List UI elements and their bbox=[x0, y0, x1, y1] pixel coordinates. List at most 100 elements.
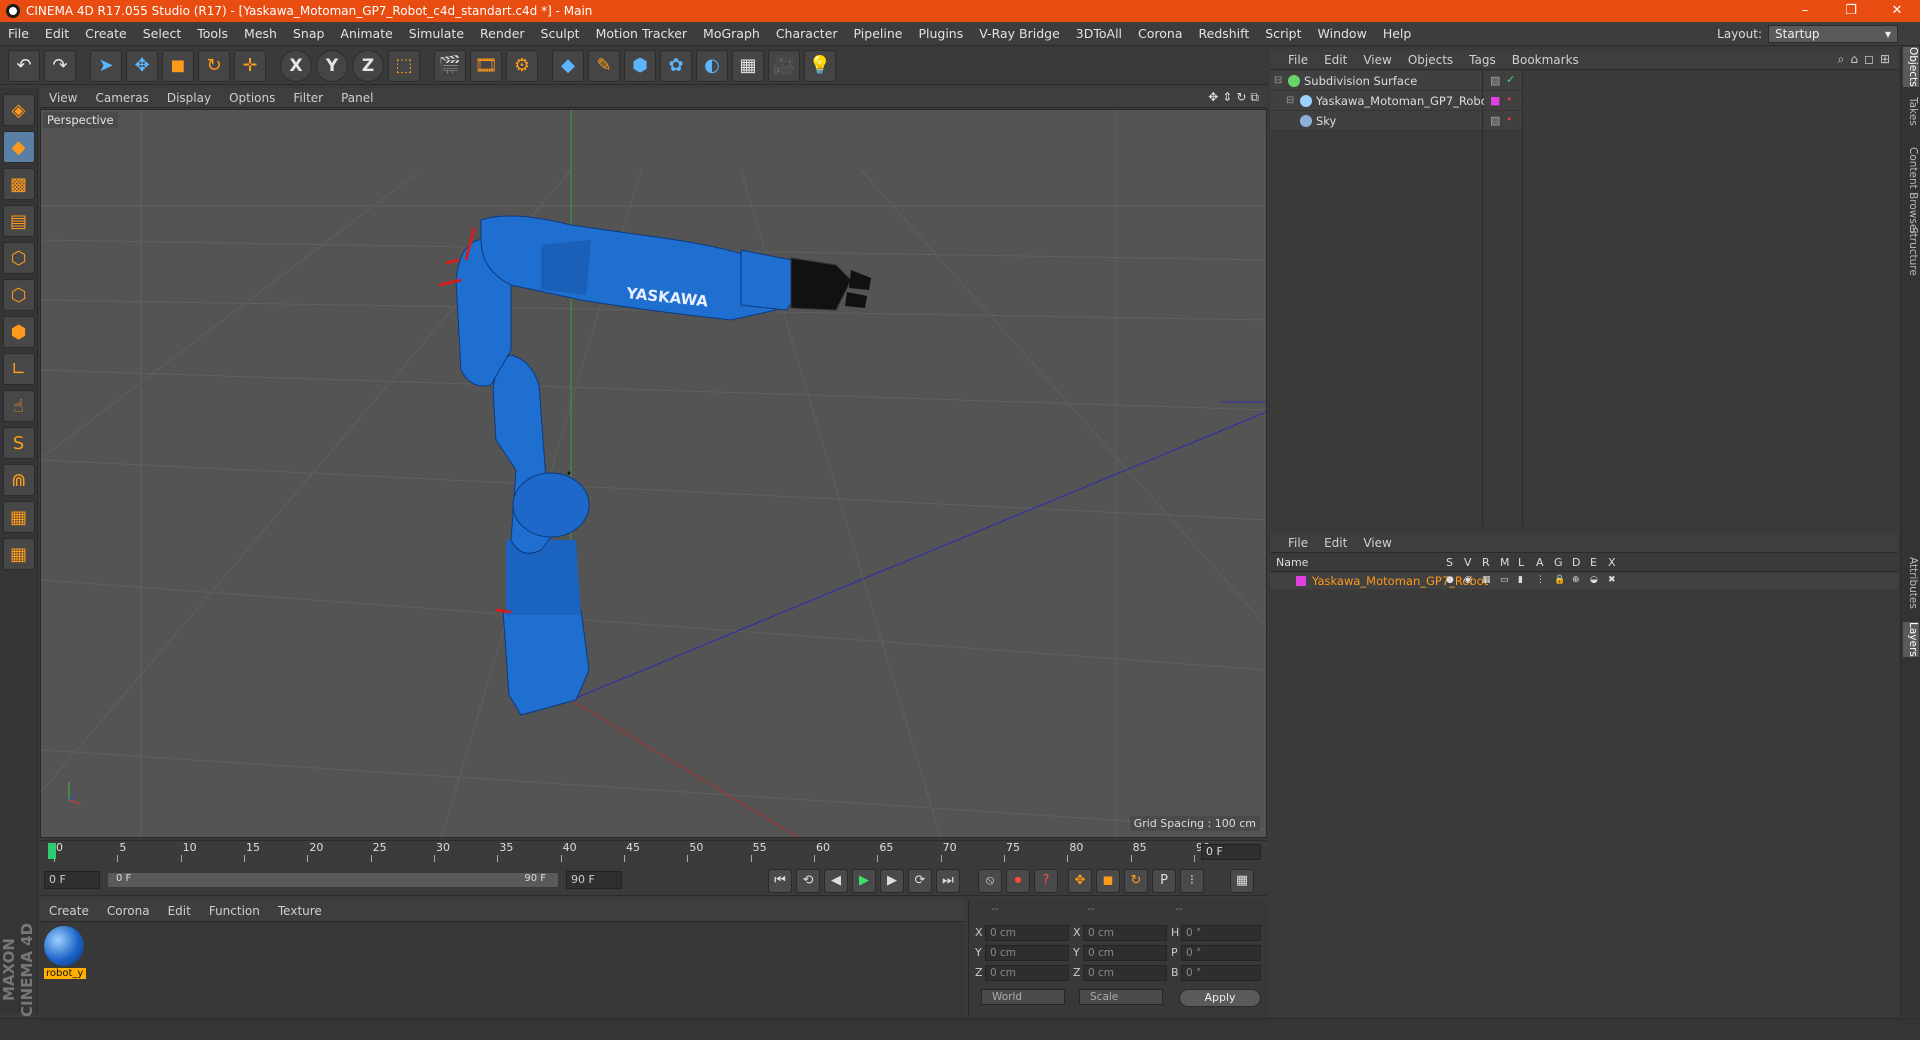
key-scale-button[interactable]: ◼ bbox=[1096, 869, 1120, 893]
layer-flag-manager[interactable]: ▭ bbox=[1500, 575, 1510, 585]
new-view-icon[interactable]: ◻ bbox=[1864, 52, 1874, 67]
side-tab-layers[interactable]: Layers bbox=[1903, 622, 1919, 657]
preview-range-slider[interactable]: 0 F 90 F bbox=[108, 873, 558, 887]
layer-column-d[interactable]: D bbox=[1572, 556, 1580, 569]
rotation-b-field[interactable]: 0 ° bbox=[1181, 965, 1261, 981]
material-menu-create[interactable]: Create bbox=[40, 904, 98, 918]
side-tab-objects[interactable]: Objects bbox=[1903, 47, 1919, 87]
snapping-button[interactable]: S bbox=[2, 427, 35, 459]
menu-v-ray-bridge[interactable]: V-Ray Bridge bbox=[971, 26, 1068, 41]
enabled-check-icon[interactable]: • bbox=[1506, 93, 1513, 106]
menu-motion-tracker[interactable]: Motion Tracker bbox=[588, 26, 695, 41]
toggle-layout-icon[interactable]: ⧉ bbox=[1250, 90, 1259, 105]
enabled-check-icon[interactable]: • bbox=[1506, 113, 1513, 126]
object-menu-objects[interactable]: Objects bbox=[1400, 53, 1461, 67]
start-frame-field[interactable]: 0 F bbox=[44, 871, 100, 889]
editor-visibility-icon[interactable]: ■ bbox=[1490, 94, 1500, 107]
menu-script[interactable]: Script bbox=[1257, 26, 1309, 41]
material-menu-function[interactable]: Function bbox=[200, 904, 269, 918]
home-icon[interactable]: ⌂ bbox=[1850, 52, 1858, 67]
next-keyframe-button[interactable]: ⟳ bbox=[908, 869, 932, 893]
side-tab-attributes[interactable]: Attributes bbox=[1903, 557, 1919, 609]
object-menu-bookmarks[interactable]: Bookmarks bbox=[1504, 53, 1587, 67]
render-view-button[interactable]: 🎬 bbox=[434, 49, 466, 82]
menu-render[interactable]: Render bbox=[472, 26, 533, 41]
cube-object-button[interactable]: ◆ bbox=[552, 49, 584, 82]
deformer-button[interactable]: ◐ bbox=[696, 49, 728, 82]
rotation-p-field[interactable]: 0 ° bbox=[1181, 945, 1261, 961]
menu-character[interactable]: Character bbox=[768, 26, 846, 41]
viewport-menu-cameras[interactable]: Cameras bbox=[86, 91, 157, 105]
scale-mode-dropdown[interactable]: Scale bbox=[1079, 989, 1163, 1005]
viewport-camera-label[interactable]: Perspective bbox=[43, 112, 118, 128]
x-axis-lock-button[interactable]: X bbox=[280, 49, 312, 82]
layer-column-g[interactable]: G bbox=[1554, 556, 1563, 569]
current-frame-field[interactable]: 0 F bbox=[1201, 844, 1261, 860]
material-menu-corona[interactable]: Corona bbox=[98, 904, 159, 918]
menu-3dtoall[interactable]: 3DToAll bbox=[1068, 26, 1130, 41]
layer-column-v[interactable]: V bbox=[1464, 556, 1472, 569]
previous-keyframe-button[interactable]: ⟲ bbox=[796, 869, 820, 893]
layer-name[interactable]: Yaskawa_Motoman_GP7_Robot bbox=[1312, 574, 1488, 588]
workplane-snap-button[interactable]: ▦ bbox=[2, 538, 35, 570]
scale-tool-button[interactable]: ◼ bbox=[162, 49, 194, 82]
object-row[interactable]: ⊟ Yaskawa_Motoman_GP7_Robot ■ • bbox=[1270, 91, 1898, 111]
restore-button[interactable]: ❐ bbox=[1828, 0, 1874, 22]
layer-column-a[interactable]: A bbox=[1536, 556, 1544, 569]
object-name[interactable]: Subdivision Surface bbox=[1304, 74, 1417, 88]
material-menu-texture[interactable]: Texture bbox=[269, 904, 331, 918]
viewport-menu-options[interactable]: Options bbox=[220, 91, 284, 105]
layer-column-name[interactable]: Name bbox=[1276, 556, 1308, 569]
layer-column-m[interactable]: M bbox=[1500, 556, 1510, 569]
size-y-field[interactable]: 0 cm bbox=[1083, 945, 1167, 961]
timeline-ruler[interactable]: 051015202530354045505560657075808590 0 F bbox=[40, 840, 1267, 862]
zoom-view-icon[interactable]: ⇕ bbox=[1222, 90, 1232, 105]
object-name[interactable]: Sky bbox=[1316, 114, 1336, 128]
world-coords-button[interactable]: ⬚ bbox=[388, 49, 420, 82]
3d-viewport[interactable]: YASKAWA Perspective Grid Spacing : 100 c… bbox=[40, 109, 1267, 838]
previous-frame-button[interactable]: ◀ bbox=[824, 869, 848, 893]
layer-flag-solo[interactable]: ● bbox=[1446, 575, 1456, 585]
playhead-marker[interactable] bbox=[48, 843, 56, 859]
key-rotation-button[interactable]: ↻ bbox=[1124, 869, 1148, 893]
layer-column-l[interactable]: L bbox=[1518, 556, 1524, 569]
subdivision-surface-button[interactable]: ⬢ bbox=[624, 49, 656, 82]
move-view-icon[interactable]: ✥ bbox=[1208, 90, 1218, 105]
make-editable-button[interactable]: ◈ bbox=[2, 94, 35, 126]
rotation-h-field[interactable]: 0 ° bbox=[1181, 925, 1261, 941]
apply-button[interactable]: Apply bbox=[1179, 989, 1261, 1007]
layer-column-x[interactable]: X bbox=[1608, 556, 1616, 569]
viewport-menu-view[interactable]: View bbox=[40, 91, 86, 105]
expand-toggle-icon[interactable]: ⊟ bbox=[1286, 95, 1294, 106]
y-axis-lock-button[interactable]: Y bbox=[316, 49, 348, 82]
layer-flag-visible[interactable]: ◉ bbox=[1464, 575, 1474, 585]
size-z-field[interactable]: 0 cm bbox=[1083, 965, 1167, 981]
object-menu-tags[interactable]: Tags bbox=[1461, 53, 1504, 67]
close-button[interactable]: ✕ bbox=[1874, 0, 1920, 22]
menu-file[interactable]: File bbox=[0, 26, 37, 41]
light-object-button[interactable]: 💡 bbox=[804, 49, 836, 82]
menu-snap[interactable]: Snap bbox=[285, 26, 332, 41]
undo-button[interactable]: ↶ bbox=[8, 49, 40, 82]
layer-flag-xrefs[interactable]: ✖ bbox=[1608, 575, 1618, 585]
menu-mograph[interactable]: MoGraph bbox=[695, 26, 768, 41]
menu-tools[interactable]: Tools bbox=[189, 26, 236, 41]
menu-simulate[interactable]: Simulate bbox=[401, 26, 472, 41]
layer-column-s[interactable]: S bbox=[1446, 556, 1453, 569]
layer-menu-file[interactable]: File bbox=[1280, 536, 1316, 550]
magnet-tool-button[interactable]: ⋒ bbox=[2, 464, 35, 496]
record-active-objects-button[interactable]: ⏺ bbox=[1006, 869, 1030, 893]
z-axis-lock-button[interactable]: Z bbox=[352, 49, 384, 82]
viewport-menu-display[interactable]: Display bbox=[158, 91, 220, 105]
key-pla-button[interactable]: ⁝ bbox=[1180, 869, 1204, 893]
robot-model[interactable]: YASKAWA bbox=[438, 215, 871, 716]
object-row[interactable]: ⊟ Subdivision Surface ▨ ✓ bbox=[1270, 71, 1898, 91]
editor-visibility-icon[interactable]: ▨ bbox=[1490, 74, 1500, 87]
material-menu-edit[interactable]: Edit bbox=[159, 904, 200, 918]
coordinate-mode-dropdown[interactable]: World bbox=[981, 989, 1065, 1005]
menu-animate[interactable]: Animate bbox=[332, 26, 400, 41]
layer-flag-deformers[interactable]: ⊕ bbox=[1572, 575, 1582, 585]
layout-dropdown[interactable]: Startup ▾ bbox=[1768, 25, 1898, 43]
model-mode-button[interactable]: ◆ bbox=[2, 131, 35, 163]
viewport-menu-filter[interactable]: Filter bbox=[284, 91, 332, 105]
